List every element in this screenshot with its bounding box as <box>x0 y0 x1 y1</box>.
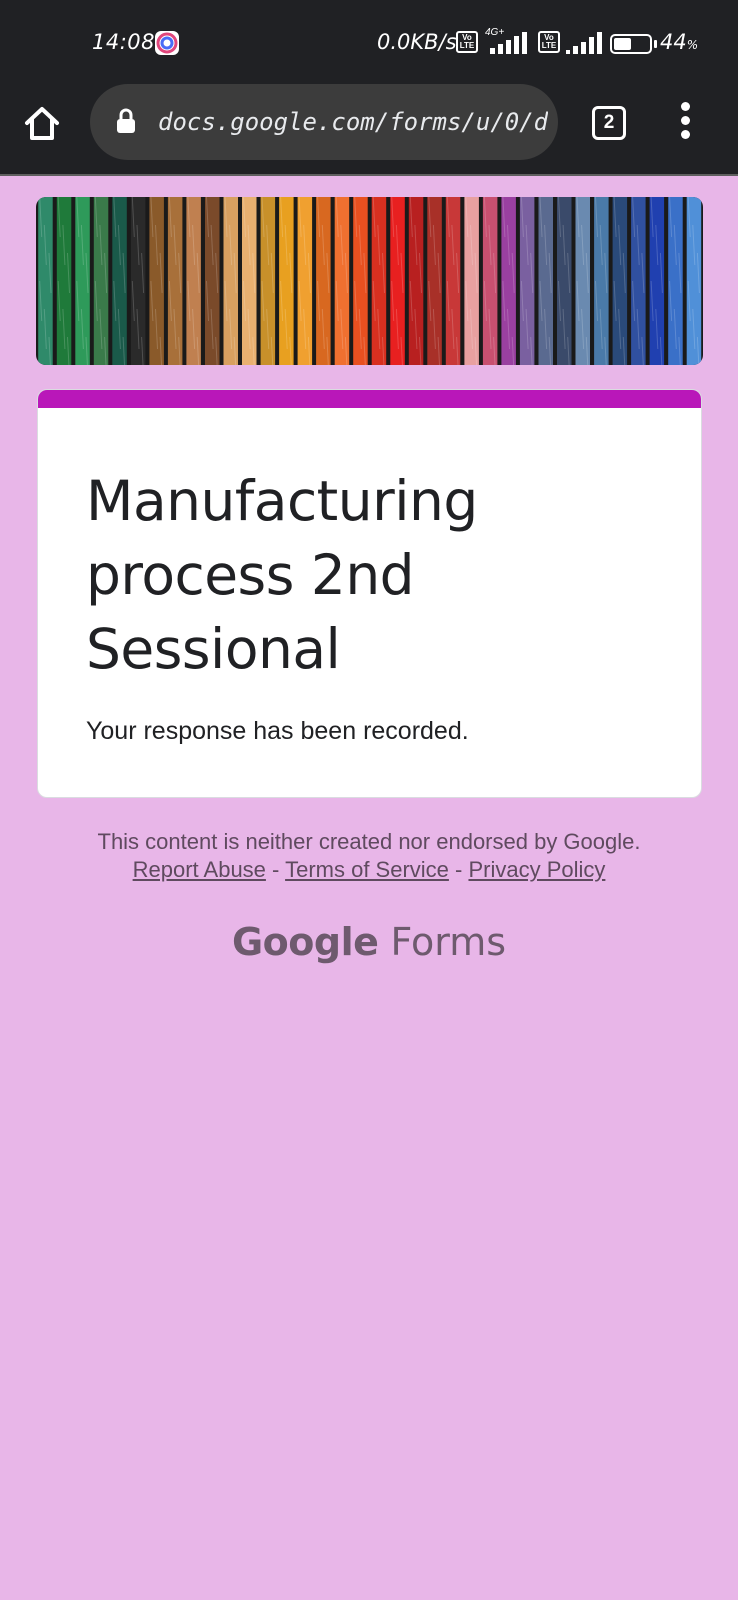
battery-percent: 44% <box>660 30 699 54</box>
home-icon <box>25 107 59 140</box>
notification-app-icon <box>155 31 179 55</box>
google-forms-logo[interactable]: Google Forms <box>0 920 738 964</box>
form-title: Manufacturing process 2nd Sessional <box>86 469 478 681</box>
brand-google: Google <box>231 920 379 964</box>
link-separator: - <box>265 857 286 882</box>
volte-icon: Vo LTE <box>456 31 478 53</box>
privacy-policy-link[interactable]: Privacy Policy <box>468 857 605 882</box>
tab-switcher-button[interactable]: 2 <box>592 106 626 140</box>
status-time: 14:08 <box>92 30 156 54</box>
address-bar[interactable]: docs.google.com/forms/u/0/d <box>90 84 558 160</box>
battery-icon <box>610 34 652 54</box>
url-text[interactable]: docs.google.com/forms/u/0/d <box>158 104 548 140</box>
confirmation-message: Your response has been recorded. <box>86 717 469 745</box>
network-speed: 0.0KB/s <box>377 30 457 54</box>
colorful-yarn-banner <box>36 197 703 365</box>
browser-toolbar: docs.google.com/forms/u/0/d 2 <box>0 84 738 176</box>
report-abuse-link[interactable]: Report Abuse <box>133 857 266 882</box>
brand-forms: Forms <box>390 920 507 964</box>
home-button[interactable] <box>22 104 70 152</box>
status-bar: 14:08 0.0KB/s Vo LTE 4G+ Vo LTE 44% <box>0 0 738 84</box>
disclaimer-text: This content is neither created nor endo… <box>97 829 641 854</box>
more-vert-icon[interactable] <box>674 102 696 142</box>
lock-icon <box>117 108 135 133</box>
volte-icon-2: Vo LTE <box>538 31 560 53</box>
form-card: Manufacturing process 2nd Sessional Your… <box>37 389 702 798</box>
footer-links: Report Abuse - Terms of Service - Privac… <box>0 856 738 884</box>
card-accent-bar <box>38 390 701 408</box>
link-separator: - <box>448 857 469 882</box>
signal-strength-icon-2 <box>566 32 602 54</box>
signal-strength-icon <box>490 32 527 54</box>
terms-of-service-link[interactable]: Terms of Service <box>285 857 449 882</box>
